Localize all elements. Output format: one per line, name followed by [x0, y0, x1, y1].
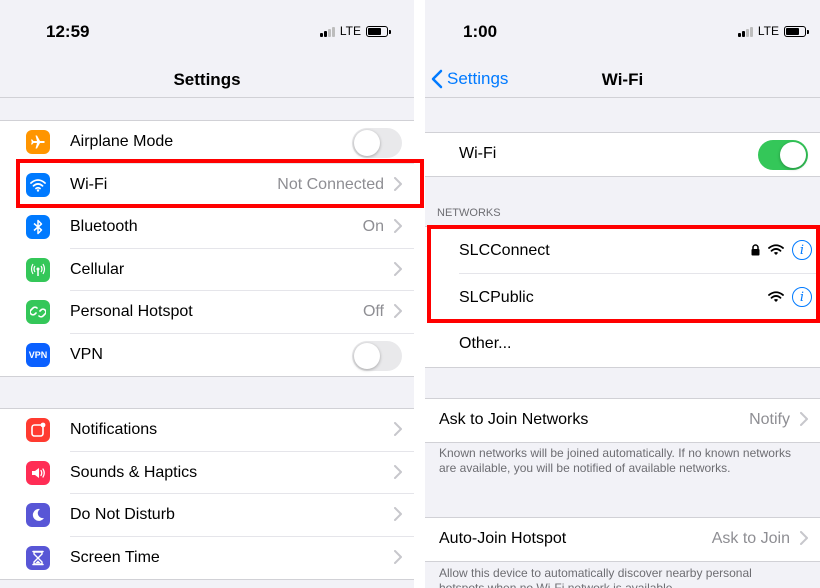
settings-row-label: Screen Time — [70, 548, 160, 566]
chevron-right-icon — [800, 412, 808, 426]
settings-row-label: VPN — [70, 345, 103, 363]
ask-join-value: Notify — [749, 411, 790, 429]
networks-header: NETWORKS — [437, 207, 501, 219]
network-type: LTE — [339, 24, 361, 38]
ask-join-label: Ask to Join Networks — [439, 411, 589, 429]
network-name: SLCConnect — [459, 241, 550, 259]
status-bar: 1:00 LTE — [425, 0, 820, 64]
settings-row-detail: Not Connected — [277, 175, 384, 193]
ask-join-row[interactable]: Ask to Join Networks Notify — [425, 399, 820, 442]
status-bar: 12:59 LTE — [0, 0, 414, 64]
auto-join-row[interactable]: Auto-Join Hotspot Ask to Join — [425, 518, 820, 561]
status-indicators: LTE — [737, 24, 809, 38]
wifi-signal-icon — [768, 291, 784, 302]
settings-row-label: Do Not Disturb — [70, 506, 175, 524]
nav-bar: Settings Wi-Fi — [425, 64, 820, 98]
settings-row-detail: Off — [362, 303, 384, 321]
hourglass-icon — [26, 545, 50, 570]
chevron-right-icon — [394, 507, 402, 521]
hotspot-icon — [26, 300, 50, 324]
cellular-icon — [26, 257, 50, 282]
settings-row-hotspot[interactable]: Personal Hotspot Off — [0, 291, 414, 334]
network-row[interactable]: SLCConnect i — [425, 227, 820, 274]
settings-row-cellular[interactable]: Cellular — [0, 249, 414, 291]
signal-icon — [737, 26, 753, 37]
other-network-row[interactable]: Other... — [425, 321, 820, 367]
network-row[interactable]: SLCPublic i — [425, 274, 820, 321]
network-type: LTE — [757, 24, 779, 38]
network-name: SLCPublic — [459, 288, 534, 306]
battery-icon — [784, 25, 809, 37]
status-indicators: LTE — [319, 24, 391, 38]
info-icon[interactable]: i — [792, 240, 812, 260]
settings-row-bluetooth[interactable]: Bluetooth On — [0, 206, 414, 249]
settings-row-dnd[interactable]: Do Not Disturb — [0, 494, 414, 537]
settings-row-vpn[interactable]: VPN VPN — [0, 334, 414, 377]
airplane-icon — [26, 130, 50, 154]
ask-join-note: Known networks will be joined automatica… — [439, 446, 791, 475]
settings-row-label: Notifications — [70, 421, 158, 439]
network-status-icons: i — [751, 240, 812, 260]
network-status-icons: i — [768, 287, 812, 307]
chevron-right-icon — [394, 549, 402, 564]
settings-screen: 12:59 LTE Settings Airplane Mode Wi-Fi Not… — [0, 0, 414, 588]
auto-join-note: Allow this device to automatically disco… — [439, 566, 752, 588]
chevron-right-icon — [394, 304, 402, 318]
chevron-right-icon — [800, 531, 808, 545]
page-title: Settings — [173, 70, 241, 89]
auto-join-label: Auto-Join Hotspot — [439, 530, 567, 548]
settings-row-label: Bluetooth — [70, 218, 138, 236]
wifi-screen: 1:00 LTE Settings Wi-Fi Wi-Fi NETWORKS S… — [425, 0, 820, 588]
wifi-toggle[interactable] — [758, 140, 808, 170]
speaker-icon — [26, 460, 50, 485]
chevron-right-icon — [394, 261, 402, 276]
chevron-right-icon — [394, 422, 402, 436]
auto-join-value: Ask to Join — [711, 530, 790, 548]
settings-row-airplane[interactable]: Airplane Mode — [0, 121, 414, 164]
settings-row-label: Wi-Fi — [70, 175, 108, 193]
auto-join-group: Auto-Join Hotspot Ask to Join — [425, 517, 820, 562]
chevron-right-icon — [394, 219, 402, 233]
chevron-right-icon — [394, 464, 402, 479]
settings-row-sounds[interactable]: Sounds & Haptics — [0, 452, 414, 494]
signal-icon — [319, 26, 335, 37]
settings-row-label: Airplane Mode — [70, 133, 174, 151]
settings-group-connectivity: Airplane Mode Wi-Fi Not Connected Bluetooth… — [0, 120, 414, 377]
settings-row-label: Personal Hotspot — [70, 303, 193, 321]
bluetooth-icon — [26, 215, 50, 239]
wifi-toggle-group: Wi-Fi — [425, 132, 820, 177]
nav-bar: Settings — [0, 64, 414, 98]
settings-row-notifications[interactable]: Notifications — [0, 409, 414, 452]
wifi-label: Wi-Fi — [459, 145, 497, 163]
wifi-signal-icon — [768, 244, 784, 255]
wifi-icon — [26, 172, 50, 197]
networks-list: SLCConnect i SLCPublic i Other... — [425, 226, 820, 368]
settings-row-wifi[interactable]: Wi-Fi Not Connected — [0, 164, 414, 206]
settings-row-label: Cellular — [70, 260, 125, 278]
battery-icon — [366, 25, 391, 37]
page-title: Wi-Fi — [601, 70, 644, 89]
info-icon[interactable]: i — [792, 287, 812, 307]
ask-join-group: Ask to Join Networks Notify — [425, 398, 820, 443]
vpn-icon: VPN — [26, 342, 50, 367]
settings-row-detail: On — [362, 218, 384, 236]
settings-row-label: Sounds & Haptics — [70, 463, 198, 481]
lock-icon — [751, 244, 760, 256]
wifi-toggle-row: Wi-Fi — [425, 133, 820, 176]
settings-group-general: Notifications Sounds & Haptics Do Not Dist… — [0, 408, 414, 580]
airplane-toggle[interactable] — [352, 128, 402, 158]
moon-icon — [26, 503, 50, 527]
status-time: 1:00 — [463, 22, 498, 41]
notifications-icon — [26, 418, 50, 442]
settings-row-screentime[interactable]: Screen Time — [0, 537, 414, 580]
other-network-label: Other... — [459, 335, 512, 352]
status-time: 12:59 — [46, 22, 90, 41]
vpn-toggle[interactable] — [352, 340, 402, 371]
chevron-right-icon — [394, 176, 402, 191]
